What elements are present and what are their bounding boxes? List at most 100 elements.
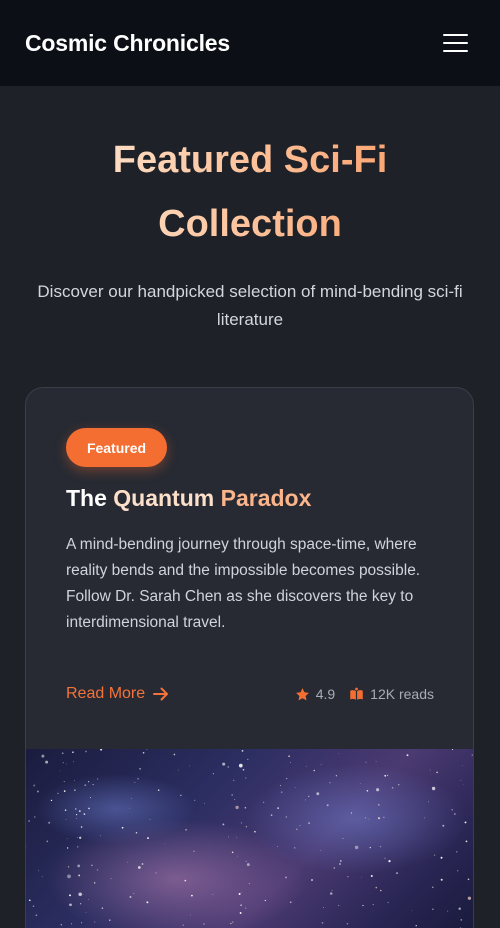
star-dot [288, 755, 290, 758]
star-dot [295, 828, 298, 831]
star-dot [146, 901, 149, 904]
star-dot [376, 788, 380, 792]
star-dot [72, 761, 74, 763]
star-dot [76, 837, 78, 838]
book-title[interactable]: The Quantum Paradox [66, 485, 311, 512]
menu-line [443, 34, 468, 36]
star-dot [69, 894, 71, 897]
star-dot [191, 894, 193, 897]
star-dot [458, 907, 461, 910]
star-dot [190, 914, 191, 916]
star-dot [383, 816, 385, 818]
star-dot [263, 801, 265, 803]
star-dot [110, 878, 112, 880]
star-dot [411, 909, 413, 911]
star-dot [238, 763, 243, 768]
featured-book-card[interactable]: Featured The Quantum Paradox A mind-bend… [25, 387, 474, 928]
top-nav: Cosmic Chronicles [0, 0, 500, 86]
star-dot [366, 790, 369, 792]
star-dot [442, 824, 445, 827]
star-dot [178, 769, 180, 771]
star-dot [279, 785, 281, 787]
star-dot [41, 754, 45, 758]
star-dot [212, 893, 214, 895]
star-dot [109, 919, 111, 921]
star-dot [451, 749, 454, 750]
star-dot [384, 774, 387, 777]
star-dot [277, 807, 279, 809]
star-icon [295, 687, 309, 700]
star-dot [380, 889, 382, 892]
hero-subtitle: Discover our handpicked selection of min… [37, 282, 463, 329]
star-dot [245, 907, 247, 909]
star-dot [299, 825, 301, 827]
star-dot [432, 908, 434, 910]
star-dot [203, 923, 205, 925]
star-dot [85, 912, 87, 913]
star-dot [294, 847, 296, 849]
star-dot [240, 822, 242, 824]
star-dot [270, 814, 273, 816]
star-dot [164, 843, 166, 844]
star-dot [45, 760, 49, 764]
star-dot [377, 803, 380, 806]
star-dot [372, 903, 374, 906]
star-dot [235, 805, 239, 810]
featured-badge: Featured [66, 428, 167, 467]
star-dot [386, 774, 389, 777]
star-dot [236, 836, 238, 838]
hero-title: Featured Sci-Fi Collection [80, 128, 420, 256]
star-dot [69, 903, 72, 907]
star-dot [67, 866, 70, 868]
star-dot [64, 809, 67, 811]
star-dot [62, 762, 64, 764]
star-dot [194, 799, 196, 801]
star-dot [335, 775, 338, 777]
star-dot [94, 921, 96, 923]
brand-logo[interactable]: Cosmic Chronicles [25, 30, 230, 57]
reads-value: 12K reads [370, 686, 434, 702]
star-dot [277, 846, 278, 847]
star-dot [361, 876, 362, 878]
star-dot [375, 886, 378, 889]
star-dot [149, 819, 151, 820]
star-dot [377, 817, 381, 820]
star-dot [440, 878, 443, 881]
star-dot [333, 867, 336, 869]
star-dot [222, 762, 226, 766]
star-dot [289, 901, 292, 904]
star-dot [245, 825, 248, 828]
star-dot [321, 922, 324, 924]
star-dot [238, 893, 241, 895]
star-dot [66, 847, 69, 849]
hamburger-menu-icon[interactable] [443, 34, 468, 52]
star-dot [240, 904, 242, 906]
star-dot [28, 899, 31, 902]
star-dot [50, 799, 53, 802]
star-dot [133, 892, 135, 895]
star-dot [41, 876, 43, 878]
star-dot [72, 751, 74, 754]
star-dot [91, 864, 93, 866]
book-title-word: The [66, 485, 107, 511]
star-dot [137, 866, 141, 869]
star-dot [285, 816, 287, 818]
star-dot [88, 807, 90, 810]
star-dot [431, 786, 436, 791]
star-dot [46, 840, 49, 843]
hero-section: Featured Sci-Fi Collection Discover our … [0, 128, 500, 334]
rating-value: 4.9 [315, 686, 336, 702]
star-dot [185, 828, 188, 831]
star-dot [233, 779, 235, 781]
star-dot [32, 905, 35, 907]
book-description: A mind-bending journey through space-tim… [66, 536, 421, 631]
star-dot [129, 807, 130, 809]
star-dot [359, 783, 361, 784]
star-dot [368, 818, 370, 820]
star-dot [457, 870, 459, 872]
star-dot [36, 790, 39, 793]
rating-stat: 4.9 [295, 686, 335, 702]
star-dot [264, 899, 266, 902]
read-more-link[interactable]: Read More [66, 685, 169, 703]
star-dot [387, 901, 389, 904]
